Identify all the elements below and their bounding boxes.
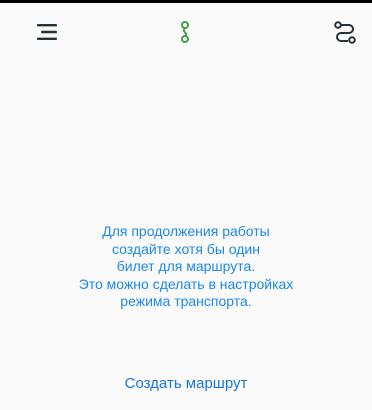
app-bar <box>0 3 372 63</box>
empty-state-message: Для продолжения работы создайте хотя бы … <box>36 223 336 311</box>
route-pin-icon <box>181 21 189 43</box>
app-logo <box>170 17 200 47</box>
empty-state-line: режима транспорта. <box>120 293 252 309</box>
app-screen: Для продолжения работы создайте хотя бы … <box>0 0 372 410</box>
route-icon <box>334 21 356 44</box>
empty-state-line: Это можно сделать в настройках <box>78 275 294 292</box>
empty-state-line: билет для маршрута. <box>116 258 256 274</box>
routes-button[interactable] <box>330 17 360 47</box>
menu-button[interactable] <box>32 17 62 47</box>
create-route-button[interactable]: Создать маршрут <box>86 375 286 392</box>
empty-state-line: Для продолжения работы <box>102 223 270 239</box>
empty-state-line: создайте хотя бы один <box>112 240 260 257</box>
menu-icon <box>37 24 57 40</box>
